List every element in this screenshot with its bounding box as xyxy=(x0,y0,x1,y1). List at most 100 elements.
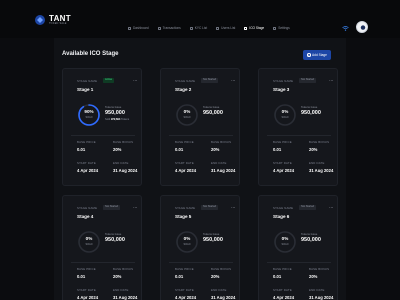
stage-card[interactable]: STAGE NAME Not Started ··· Stage 3 0% SOLD Tok… xyxy=(258,68,338,186)
tokens-issue-label: Tokens Issue xyxy=(203,232,220,236)
progress-sold-label: SOLD xyxy=(85,115,93,119)
ico-stage-icon xyxy=(244,26,248,30)
divider xyxy=(71,135,135,136)
status-badge: Not Started xyxy=(299,78,317,83)
users-icon xyxy=(216,26,220,30)
progress-sold-label: SOLD xyxy=(281,115,289,119)
stage-card[interactable]: STAGE NAME Not Started ··· Stage 5 0% SOLD Tok… xyxy=(160,195,240,300)
nav-item-dashboard[interactable]: Dashboard xyxy=(128,26,149,30)
user-avatar-icon xyxy=(360,25,366,30)
tokens-issue-value: 950,000 xyxy=(203,109,223,116)
end-date-value: 31 Aug 2024 xyxy=(113,295,138,300)
base-price-label: BASE PRICE xyxy=(175,267,194,271)
end-date-label: END DATE xyxy=(309,161,325,165)
stage-name: Stage 5 xyxy=(175,214,192,219)
start-date-value: 4 Apr 2024 xyxy=(175,168,197,173)
base-price-value: 0.01 xyxy=(273,274,282,279)
progress-sold-label: SOLD xyxy=(183,242,191,246)
stage-name: Stage 6 xyxy=(273,214,290,219)
transactions-icon xyxy=(157,26,161,30)
start-date-label: START DATE xyxy=(175,288,194,292)
tokens-issue-value: 950,000 xyxy=(203,236,223,243)
stage-name: Stage 1 xyxy=(77,87,94,92)
base-bonus-label: BASE BONUS xyxy=(211,140,232,144)
add-stage-button[interactable]: + Add Stage xyxy=(303,50,331,60)
stage-card[interactable]: STAGE NAME Not Started ··· Stage 2 0% SOLD Tok… xyxy=(160,68,240,186)
progress-percent: 90% xyxy=(84,109,94,114)
user-avatar[interactable] xyxy=(356,21,368,33)
stage-name-label: STAGE NAME xyxy=(273,206,294,210)
end-date-label: END DATE xyxy=(309,288,325,292)
status-badge: Active xyxy=(103,78,115,83)
base-bonus-label: BASE BONUS xyxy=(211,267,232,271)
logo[interactable]: TANT TOKEN SALE xyxy=(34,14,71,26)
progress-percent: 0% xyxy=(183,236,191,241)
end-date-label: END DATE xyxy=(113,161,129,165)
base-price-label: BASE PRICE xyxy=(273,267,292,271)
wifi-icon[interactable] xyxy=(342,26,349,31)
base-price-label: BASE PRICE xyxy=(175,140,194,144)
end-date-label: END DATE xyxy=(113,288,129,292)
stage-card[interactable]: STAGE NAME Not Started ··· Stage 6 0% SOLD Tok… xyxy=(258,195,338,300)
more-options-icon[interactable]: ··· xyxy=(231,205,235,211)
divider xyxy=(169,135,233,136)
sold-tokens-line: Sold 972,694 Tokens xyxy=(105,118,130,121)
divider xyxy=(267,135,331,136)
start-date-value: 4 Apr 2024 xyxy=(175,295,197,300)
end-date-value: 31 Aug 2024 xyxy=(211,295,236,300)
stage-card[interactable]: STAGE NAME Not Started ··· Stage 4 0% SOLD Tok… xyxy=(62,195,142,300)
more-options-icon[interactable]: ··· xyxy=(133,78,137,84)
end-date-value: 31 Aug 2024 xyxy=(309,295,334,300)
status-badge: Not Started xyxy=(201,205,219,210)
more-options-icon[interactable]: ··· xyxy=(133,205,137,211)
end-date-value: 31 Aug 2024 xyxy=(113,168,138,173)
more-options-icon[interactable]: ··· xyxy=(329,78,333,84)
divider xyxy=(267,262,331,263)
dashboard-icon xyxy=(128,26,131,30)
stage-card[interactable]: STAGE NAME Active ··· Stage 1 90% SOLD Tokens … xyxy=(62,68,142,186)
base-price-value: 0.01 xyxy=(77,274,86,279)
more-options-icon[interactable]: ··· xyxy=(329,205,333,211)
more-options-icon[interactable]: ··· xyxy=(231,78,235,84)
nav-item-ico-stage[interactable]: ICO Stage xyxy=(244,26,264,30)
tokens-issue-value: 950,000 xyxy=(301,109,321,116)
base-price-value: 0.01 xyxy=(175,147,184,152)
nav-item-settings[interactable]: Settings xyxy=(273,26,290,30)
stage-name: Stage 4 xyxy=(77,214,94,219)
tokens-issue-label: Tokens Issue xyxy=(105,232,122,236)
logo-subtitle: TOKEN SALE xyxy=(49,21,67,25)
start-date-value: 4 Apr 2024 xyxy=(77,168,99,173)
plus-icon: + xyxy=(307,53,311,58)
tokens-issue-label: Tokens Issue xyxy=(301,232,318,236)
page-title: Available ICO Stage xyxy=(62,51,119,57)
status-badge: Not Started xyxy=(299,205,317,210)
start-date-label: START DATE xyxy=(77,161,96,165)
tokens-issue-value: 950,000 xyxy=(301,236,321,243)
start-date-value: 4 Apr 2024 xyxy=(77,295,99,300)
end-date-value: 31 Aug 2024 xyxy=(309,168,334,173)
nav-item-kyc-list[interactable]: KYC List xyxy=(189,26,207,30)
settings-icon xyxy=(273,26,277,30)
base-price-value: 0.01 xyxy=(273,147,282,152)
stage-name-label: STAGE NAME xyxy=(77,206,98,210)
stage-name-label: STAGE NAME xyxy=(77,79,98,83)
nav-item-transactions[interactable]: Transactions xyxy=(157,26,181,30)
progress-percent: 0% xyxy=(281,236,289,241)
start-date-value: 4 Apr 2024 xyxy=(273,168,295,173)
tokens-issue-label: Tokens Issue xyxy=(301,105,318,109)
divider xyxy=(169,262,233,263)
nav-item-users-list[interactable]: Users List xyxy=(216,26,235,30)
start-date-label: START DATE xyxy=(273,288,292,292)
progress-sold-label: SOLD xyxy=(281,242,289,246)
progress-percent: 0% xyxy=(183,109,191,114)
progress-sold-label: SOLD xyxy=(85,242,93,246)
status-badge: Not Started xyxy=(201,78,219,83)
progress-percent: 0% xyxy=(281,109,289,114)
end-date-value: 31 Aug 2024 xyxy=(211,168,236,173)
logo-mark-icon xyxy=(35,15,45,25)
tokens-issue-label: Tokens Issue xyxy=(105,105,122,109)
kyc-icon xyxy=(189,26,193,30)
base-price-label: BASE PRICE xyxy=(273,140,292,144)
base-bonus-label: BASE BONUS xyxy=(309,267,330,271)
base-bonus-value: 20% xyxy=(211,147,220,152)
